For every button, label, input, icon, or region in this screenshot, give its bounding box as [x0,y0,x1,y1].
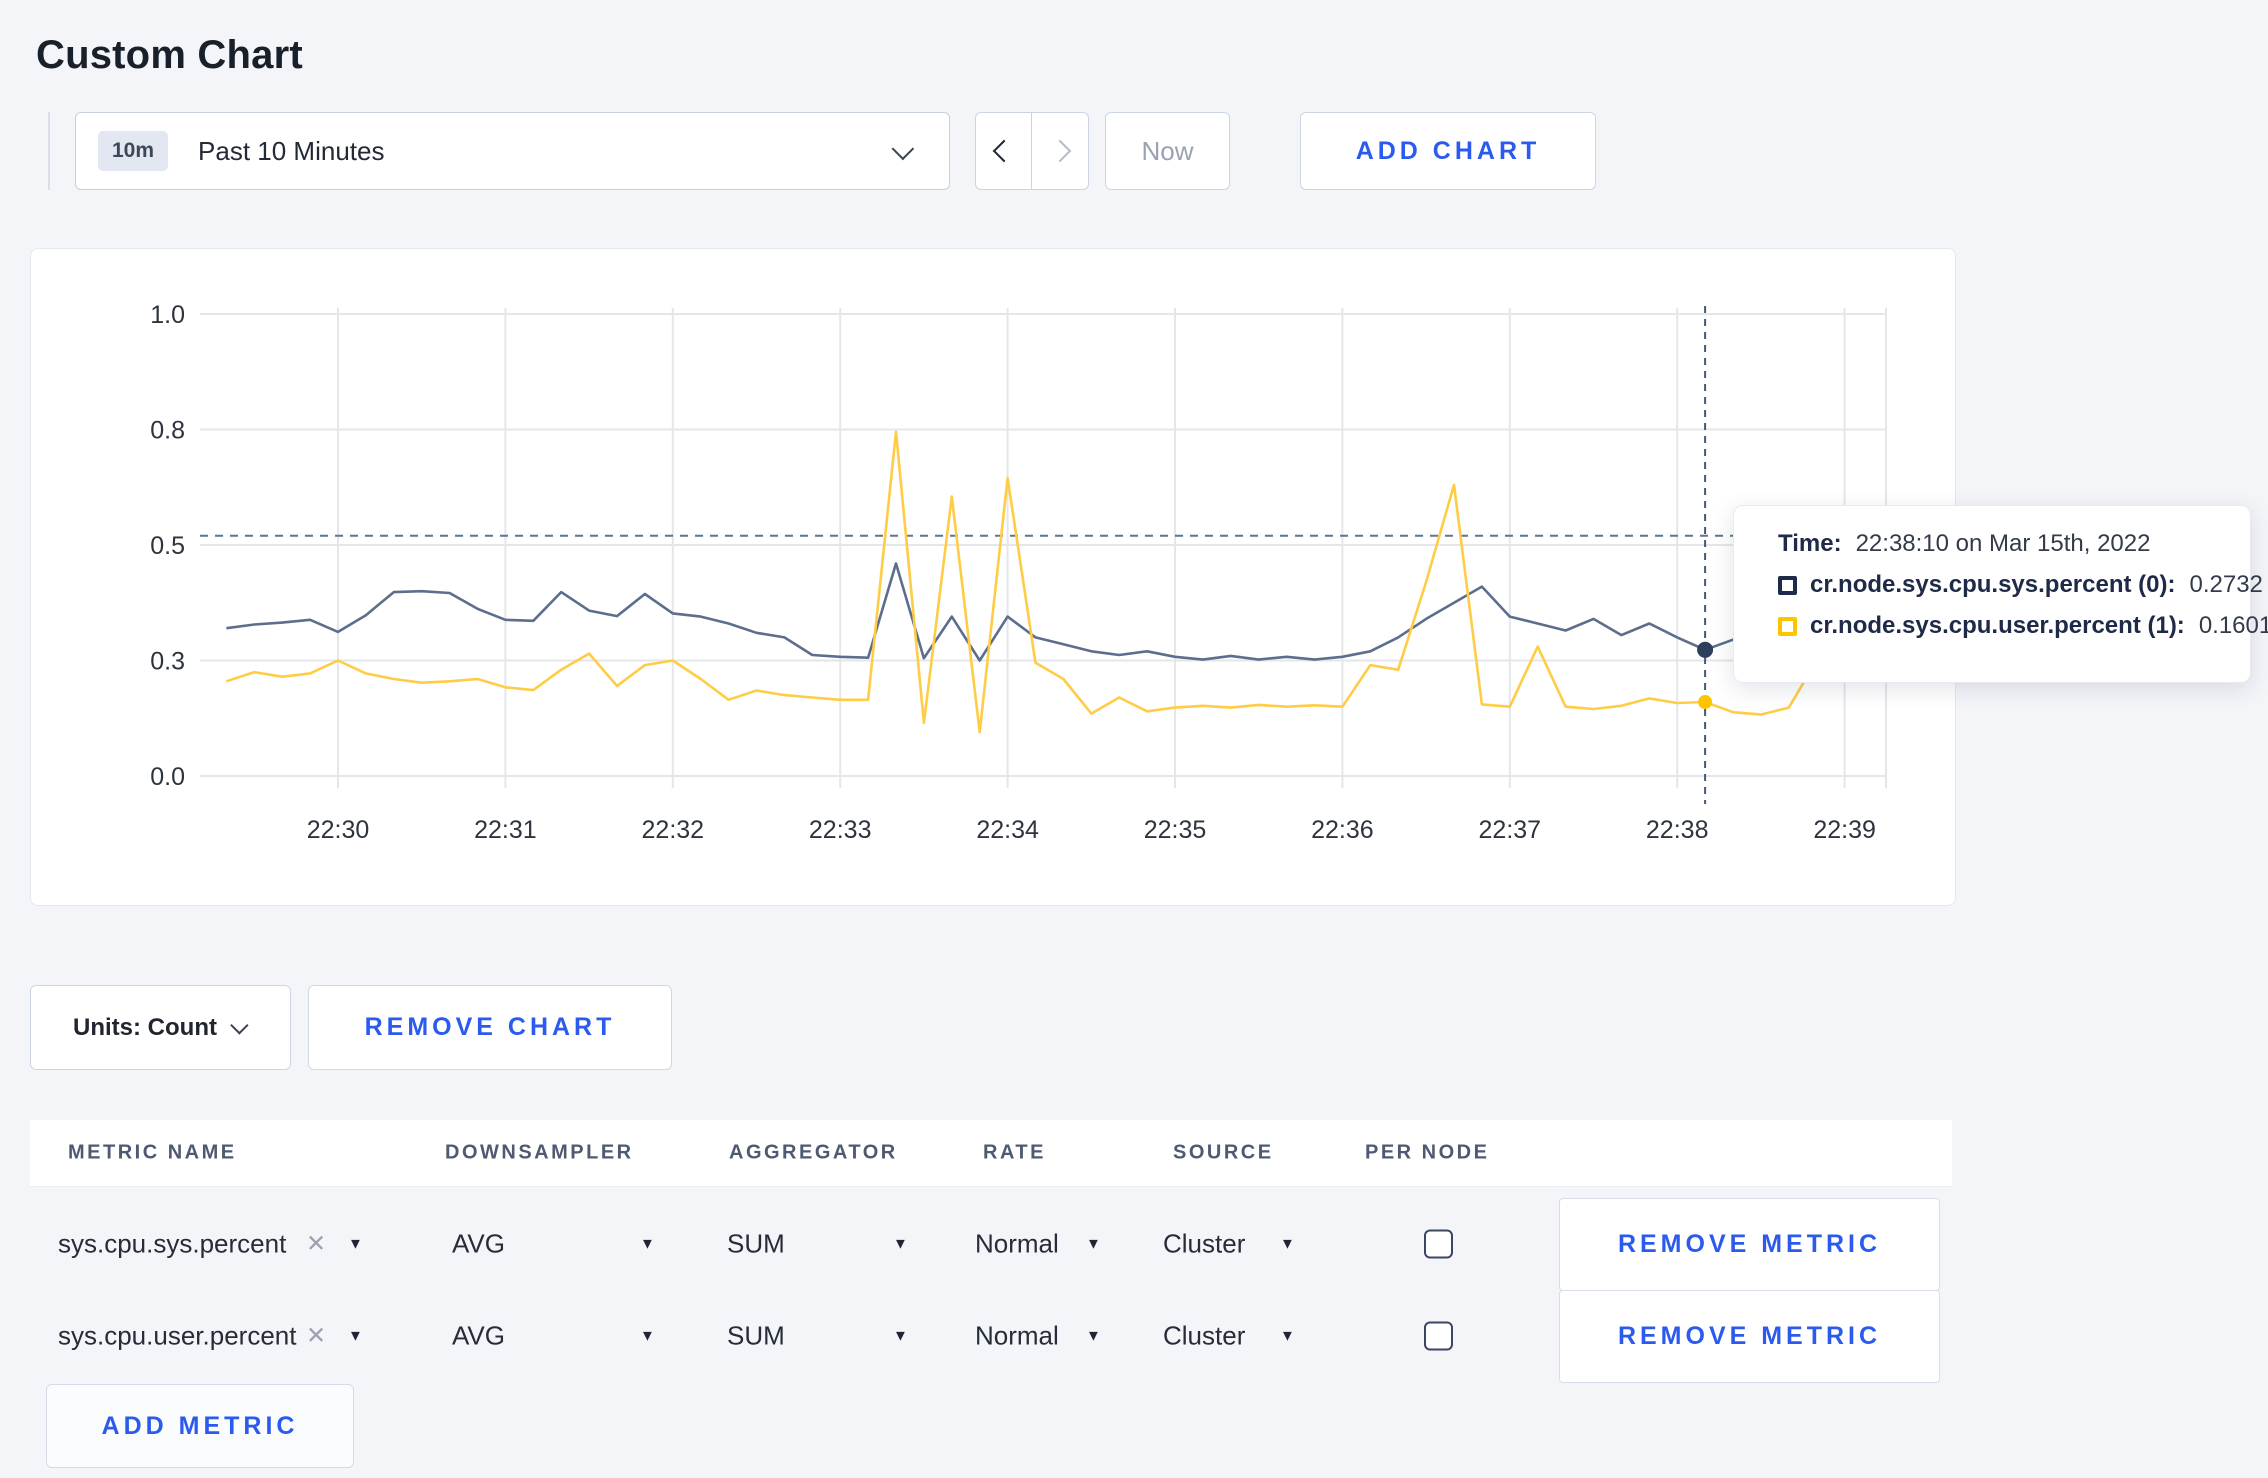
svg-text:0.0: 0.0 [150,763,185,791]
svg-text:0.5: 0.5 [150,532,185,560]
custom-chart[interactable]: 22:30 22:31 22:32 22:33 22:34 22:35 22:36 22:37… [30,248,1956,906]
svg-text:1.0: 1.0 [150,301,185,329]
time-range-label: Past 10 Minutes [198,135,385,166]
clear-metric-icon[interactable]: ✕ [306,1322,326,1351]
svg-text:22:37: 22:37 [1479,816,1542,844]
col-header-per-node: PER NODE [1365,1141,1490,1164]
col-header-aggregator: AGGREGATOR [729,1141,898,1164]
add-metric-button[interactable]: ADD METRIC [46,1384,354,1468]
add-chart-button[interactable]: ADD CHART [1300,112,1596,190]
svg-text:0.3: 0.3 [150,648,185,676]
metric-name-value[interactable]: sys.cpu.sys.percent [58,1229,286,1260]
metric-table-row: sys.cpu.user.percent ✕ ▼ AVG ▼ SUM ▼ Nor… [0,1290,2268,1383]
downsampler-select[interactable]: AVG [452,1229,505,1260]
metric-table-row: sys.cpu.sys.percent ✕ ▼ AVG ▼ SUM ▼ Norm… [0,1198,2268,1291]
time-window-badge: 10m [98,131,169,171]
aggregator-caret-icon[interactable]: ▼ [893,1236,908,1253]
rate-caret-icon[interactable]: ▼ [1086,1236,1101,1253]
col-header-source: SOURCE [1173,1141,1274,1164]
remove-metric-label: REMOVE METRIC [1617,1322,1882,1350]
tooltip-series-value: 0.2732 [2189,571,2263,598]
tooltip-time-label: Time: [1778,530,1842,557]
metric-dropdown-caret-icon[interactable]: ▼ [348,1236,363,1253]
tooltip-series-label: cr.node.sys.cpu.sys.percent (0): [1810,571,2176,598]
rate-select[interactable]: Normal [975,1229,1059,1260]
svg-text:22:33: 22:33 [809,816,872,844]
metric-dropdown-caret-icon[interactable]: ▼ [348,1328,363,1345]
tooltip-time-value: 22:38:10 on Mar 15th, 2022 [1855,530,2151,557]
svg-text:22:39: 22:39 [1813,816,1876,844]
col-header-metric-name: METRIC NAME [68,1141,237,1164]
rate-caret-icon[interactable]: ▼ [1086,1328,1101,1345]
clear-metric-icon[interactable]: ✕ [306,1230,326,1259]
prev-time-button[interactable] [975,112,1032,190]
col-header-rate: RATE [983,1141,1046,1164]
svg-text:22:38: 22:38 [1646,816,1709,844]
tooltip-series-value: 0.1601 [2198,612,2268,639]
tooltip-series-row: cr.node.sys.cpu.user.percent (1): 0.1601 [1778,612,2268,640]
downsampler-caret-icon[interactable]: ▼ [640,1236,655,1253]
units-dropdown[interactable]: Units: Count [30,985,291,1070]
aggregator-caret-icon[interactable]: ▼ [893,1328,908,1345]
downsampler-caret-icon[interactable]: ▼ [640,1328,655,1345]
tooltip-series-row: cr.node.sys.cpu.sys.percent (0): 0.2732 [1778,571,2263,599]
svg-text:22:32: 22:32 [642,816,705,844]
per-node-checkbox[interactable] [1424,1321,1453,1351]
series-user-swatch-icon [1778,616,1797,636]
chart-tooltip: Time: 22:38:10 on Mar 15th, 2022 cr.node… [1733,505,2268,683]
metrics-table-header: METRIC NAME DOWNSAMPLER AGGREGATOR RATE … [30,1120,1952,1187]
chevron-down-icon [891,137,915,161]
time-range-dropdown[interactable]: 10m Past 10 Minutes [75,112,950,190]
source-caret-icon[interactable]: ▼ [1280,1236,1295,1253]
source-caret-icon[interactable]: ▼ [1280,1328,1295,1345]
col-header-downsampler: DOWNSAMPLER [445,1141,634,1164]
source-select[interactable]: Cluster [1163,1229,1245,1260]
tooltip-series-label: cr.node.sys.cpu.user.percent (1): [1810,612,2185,639]
now-button[interactable]: Now [1105,112,1230,190]
downsampler-select[interactable]: AVG [452,1321,505,1352]
rate-select[interactable]: Normal [975,1321,1059,1352]
page-title: Custom Chart [36,32,303,77]
remove-metric-label: REMOVE METRIC [1617,1230,1882,1258]
svg-text:22:35: 22:35 [1144,816,1207,844]
remove-chart-button[interactable]: REMOVE CHART [308,985,672,1070]
time-nav-group [975,112,1089,190]
svg-text:0.8: 0.8 [150,417,185,445]
svg-text:22:30: 22:30 [307,816,370,844]
chevron-down-icon [230,1016,249,1035]
remove-metric-button[interactable]: REMOVE METRIC [1559,1290,1940,1383]
svg-text:22:34: 22:34 [976,816,1039,844]
units-label: Units: Count [73,1013,217,1041]
next-time-button[interactable] [1032,112,1089,190]
series-sys-swatch-icon [1778,575,1797,595]
aggregator-select[interactable]: SUM [727,1229,785,1260]
remove-metric-button[interactable]: REMOVE METRIC [1559,1198,1940,1291]
tooltip-time-row: Time: 22:38:10 on Mar 15th, 2022 [1778,530,2230,558]
svg-text:22:31: 22:31 [474,816,537,844]
aggregator-select[interactable]: SUM [727,1321,785,1352]
toolbar-divider [48,112,50,190]
chevron-right-icon [1048,139,1072,163]
source-select[interactable]: Cluster [1163,1321,1245,1352]
chevron-left-icon [992,139,1015,163]
svg-text:22:36: 22:36 [1311,816,1374,844]
per-node-checkbox[interactable] [1424,1229,1453,1259]
metric-name-value[interactable]: sys.cpu.user.percent [58,1321,296,1352]
